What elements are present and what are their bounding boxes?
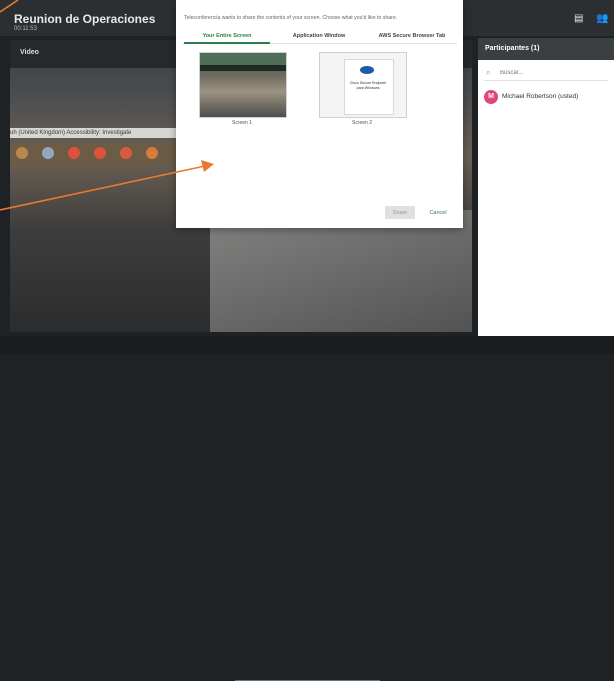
chrome-icon [68,147,80,159]
tab-application-window[interactable]: Application Window [276,33,362,39]
avatar: M [484,90,498,104]
people-icon[interactable]: 👥 [596,13,608,24]
video-desk [210,210,472,332]
participant-item[interactable]: M Michael Robertson (usted) [484,90,612,106]
chat-icon[interactable]: ▤ [574,13,583,24]
chrome-icon [146,147,158,159]
participants-header: Participantes (1) [478,38,614,60]
bottom-bar [0,336,614,681]
cancel-button[interactable]: Cancel [423,206,453,219]
thumbnail-toolbar [200,65,286,71]
thumbnail-document-text: Cisco Secure Endpoint para Windows [349,81,387,90]
chrome-icon [94,147,106,159]
search-icon: ⌕ [486,68,491,77]
participant-name: Michael Robertson (usted) [502,93,579,100]
chrome-icon [120,147,132,159]
screen-option-1[interactable]: Screen 1 [199,52,287,126]
screen-thumbnail[interactable] [199,52,287,118]
share-screen-dialog: Teleconferencia wants to share the conte… [176,0,463,228]
participants-panel: Participantes (1) ⌕ M Michael Robertson … [478,38,614,346]
share-tabs: Your Entire Screen Application Window AW… [182,31,457,44]
share-button[interactable]: Share [385,206,415,219]
meeting-timer: 00:11:53 [14,26,37,32]
search-input[interactable] [500,67,600,78]
screen-option-2[interactable]: Cisco Secure Endpoint para Windows Scree… [319,52,407,126]
video-label: Video [20,49,39,56]
app-icon [42,147,54,159]
meeting-title: Reunion de Operaciones [14,12,156,26]
share-dialog-message: Teleconferencia wants to share the conte… [184,15,398,21]
participants-title: Participantes (1) [485,45,540,52]
active-tab-indicator [184,42,270,44]
participant-search[interactable]: ⌕ [484,66,608,81]
cisco-logo-icon [360,66,374,74]
app-icon [16,147,28,159]
screen-thumbnail[interactable]: Cisco Secure Endpoint para Windows [319,52,407,118]
video-background-text: uh (United Kingdom) Accessibility: Inves… [10,130,132,136]
tab-entire-screen[interactable]: Your Entire Screen [184,33,270,39]
screen-label: Screen 1 [231,120,252,126]
screen-label: Screen 2 [351,120,372,126]
tab-browser-tab[interactable]: AWS Secure Browser Tab [368,33,456,39]
